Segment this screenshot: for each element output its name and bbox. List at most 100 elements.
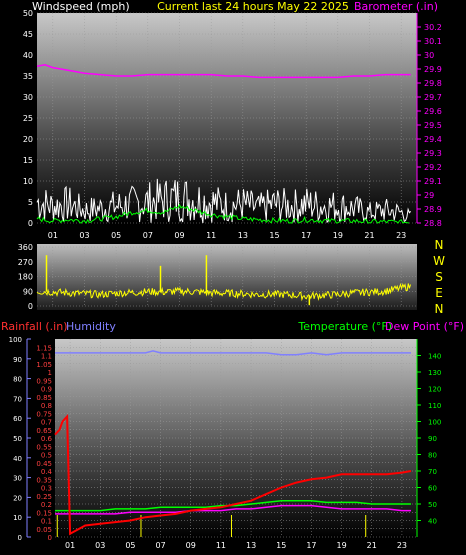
barometer-y-tick-label: 28.8 [424,219,442,228]
rainfall-y-tick-label: 0.4 [41,468,53,476]
rainfall-y-tick-label: 0.75 [36,410,52,418]
barometer-y-tick-label: 29.1 [424,177,442,186]
wind-y-tick-label: 0 [28,219,33,228]
wind-y-tick-label: 40 [23,51,33,60]
humidity-y-tick-label: 50 [13,435,22,443]
barometer-y-tick-label: 29.7 [424,93,442,102]
dir-label-e: E [435,286,443,300]
rainfall-y-tick-label: 1.1 [41,353,52,361]
direction-plot-area [37,244,417,310]
rain-x-tick-label: 19 [336,541,346,550]
wind-y-tick-label: 20 [23,135,33,144]
wind-x-tick-label: 17 [301,231,311,240]
wind-x-tick-label: 07 [143,231,153,240]
rainfall-y-tick-label: 0.65 [36,427,52,435]
wind-x-tick-label: 21 [364,231,374,240]
humidity-y-tick-label: 80 [13,376,22,384]
barometer-y-tick-label: 28.9 [424,205,442,214]
humidity-y-tick-label: 20 [13,494,22,502]
direction-y-tick-label: 360 [18,243,33,252]
rain-x-tick-label: 07 [155,541,165,550]
barometer-y-tick-label: 29 [424,191,434,200]
temperature-y-tick-label: 50 [428,501,437,509]
barometer-y-tick-label: 29.5 [424,121,442,130]
humidity-y-tick-label: 10 [13,514,22,522]
wind-y-tick-label: 10 [23,177,33,186]
barometer-y-tick-label: 29.2 [424,163,442,172]
dir-label-s: S [435,270,443,284]
barometer-y-tick-label: 29.8 [424,79,442,88]
direction-axes: 0 90 180 270 360 [18,243,33,311]
chart-title: Current last 24 hours May 22 2025 [157,0,349,13]
rainfall-y-tick-label: 0 [48,534,52,542]
wind-x-tick-label: 05 [111,231,121,240]
wind-y-tick-label: 45 [23,30,33,39]
wind-axis-title: Windspeed (mph) [32,0,130,13]
dewpoint-axis-title: Dew Point (°F) [385,320,464,333]
wind-x-tick-label: 11 [206,231,216,240]
rainfall-axis-title: Rainfall (.in) [1,320,68,333]
temperature-y-tick-label: 80 [428,452,437,460]
rain-x-tick-label: 09 [186,541,196,550]
rain-x-tick-label: 01 [65,541,75,550]
rainfall-y-tick-label: 0.15 [36,509,52,517]
rainfall-y-tick-label: 1 [48,369,52,377]
rain-x-tick-label: 03 [95,541,105,550]
rainfall-y-tick-label: 0.35 [36,476,52,484]
wind-x-tick-label: 13 [238,231,248,240]
humidity-y-tick-label: 100 [9,336,22,344]
humidity-axis-title: Humidity [66,320,116,333]
barometer-axis-title: Barometer (.in) [354,0,438,13]
rainfall-y-tick-label: 0.25 [36,493,52,501]
temperature-y-tick-label: 90 [428,435,437,443]
temperature-y-tick-label: 70 [428,468,437,476]
wind-y-tick-label: 15 [23,156,33,165]
wind-x-tick-label: 15 [269,231,279,240]
humidity-y-tick-label: 90 [13,356,22,364]
humidity-y-tick-label: 60 [13,415,22,423]
humidity-y-tick-label: 70 [13,395,22,403]
direction-y-tick-label: 0 [28,302,33,311]
wind-x-tick-label: 19 [333,231,343,240]
rainfall-y-tick-label: 0.2 [41,501,52,509]
barometer-y-tick-label: 30.2 [424,23,442,32]
wind-x-tick-label: 03 [79,231,89,240]
direction-y-tick-label: 270 [18,258,33,267]
rainfall-y-tick-label: 0.95 [36,377,52,385]
barometer-y-tick-label: 29.3 [424,149,442,158]
wind-y-tick-label: 5 [28,198,33,207]
temperature-y-tick-label: 130 [428,369,441,377]
wind-x-tick-label: 01 [48,231,58,240]
rain-x-tick-label: 23 [397,541,407,550]
rainfall-y-tick-label: 1.05 [36,361,52,369]
rainfall-y-tick-label: 0.1 [41,518,52,526]
temperature-y-tick-label: 110 [428,402,441,410]
rainfall-y-tick-label: 0.8 [41,402,52,410]
rainfall-y-tick-label: 0.85 [36,394,52,402]
dir-label-w: W [433,254,445,268]
direction-y-tick-label: 180 [18,273,33,282]
barometer-y-tick-label: 29.4 [424,135,442,144]
rainfall-y-tick-label: 0.3 [41,485,52,493]
humidity-y-tick-label: 0 [18,534,22,542]
wind-y-tick-label: 30 [23,93,33,102]
wind-x-tick-label: 23 [396,231,406,240]
rainfall-y-tick-label: 0.45 [36,460,52,468]
wind-y-tick-label: 25 [23,114,33,123]
rainfall-y-tick-label: 0.05 [36,526,52,534]
temperature-axis-title: Temperature (°F) [297,320,392,333]
humidity-y-tick-label: 40 [13,455,22,463]
wind-y-tick-label: 35 [23,72,33,81]
rain-x-tick-label: 21 [367,541,377,550]
rainfall-y-tick-label: 0.55 [36,443,52,451]
direction-y-tick-label: 90 [23,287,33,296]
rain-x-tick-label: 15 [276,541,286,550]
dir-label-n-bottom: N [435,302,444,316]
barometer-y-tick-label: 30.1 [424,37,442,46]
rain-x-tick-label: 11 [216,541,226,550]
weather-graphs: Windspeed (mph) Current last 24 hours Ma… [1,0,464,550]
rainfall-y-tick-label: 0.6 [41,435,53,443]
temperature-y-tick-label: 60 [428,485,437,493]
humidity-y-tick-label: 30 [13,475,22,483]
wind-y-tick-label: 50 [23,9,33,18]
